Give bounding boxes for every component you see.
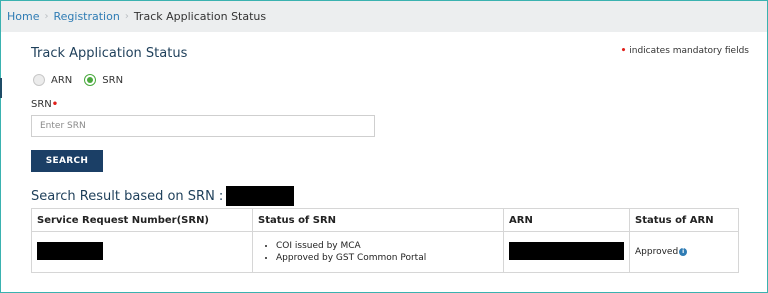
search-type-radio-group: ARN SRN <box>33 74 135 86</box>
column-header-arn: ARN <box>503 208 630 232</box>
column-header-srn-status: Status of SRN <box>252 208 504 232</box>
breadcrumb-registration[interactable]: Registration <box>53 10 119 23</box>
required-dot-icon: • <box>620 46 627 56</box>
srn-status-list: COI issued by MCA Approved by GST Common… <box>258 240 498 264</box>
arn-cell <box>503 231 630 273</box>
redacted-srn <box>226 186 295 206</box>
table-header-row: Service Request Number(SRN) Status of SR… <box>31 208 739 232</box>
radio-srn[interactable] <box>84 74 97 86</box>
radio-arn-label[interactable]: ARN <box>51 75 72 86</box>
info-icon[interactable]: i <box>679 247 688 256</box>
search-button[interactable]: SEARCH <box>31 150 103 172</box>
srn-cell <box>31 231 253 273</box>
list-item: COI issued by MCA <box>276 240 498 252</box>
srn-label-text: SRN <box>31 99 52 110</box>
table-row: COI issued by MCA Approved by GST Common… <box>31 231 739 273</box>
left-edge-marker <box>0 78 2 98</box>
breadcrumb-separator: › <box>44 11 49 22</box>
srn-status-cell: COI issued by MCA Approved by GST Common… <box>252 231 504 273</box>
srn-field-label: SRN• <box>31 99 58 110</box>
arn-status-cell: Approved i <box>629 231 739 273</box>
mandatory-note: • indicates mandatory fields <box>621 46 749 56</box>
page-title: Track Application Status <box>31 46 188 61</box>
breadcrumb: Home › Registration › Track Application … <box>1 1 767 32</box>
radio-arn[interactable] <box>33 74 45 86</box>
redacted-srn-value <box>37 241 103 260</box>
list-item: Approved by GST Common Portal <box>276 252 498 264</box>
results-table: Service Request Number(SRN) Status of SR… <box>31 208 739 273</box>
srn-input[interactable] <box>31 115 375 137</box>
column-header-arn-status: Status of ARN <box>629 208 739 232</box>
required-dot-icon: • <box>51 99 59 110</box>
page-frame: Home › Registration › Track Application … <box>0 0 768 293</box>
breadcrumb-separator: › <box>124 11 129 22</box>
radio-srn-label[interactable]: SRN <box>102 75 123 86</box>
column-header-srn: Service Request Number(SRN) <box>31 208 253 232</box>
mandatory-note-text: indicates mandatory fields <box>629 46 749 56</box>
redacted-arn-value <box>509 241 624 260</box>
breadcrumb-home[interactable]: Home <box>7 10 39 23</box>
search-result-heading: Search Result based on SRN : <box>31 186 295 206</box>
arn-status-text: Approved <box>635 247 679 257</box>
breadcrumb-current: Track Application Status <box>133 10 267 23</box>
search-result-heading-text: Search Result based on SRN : <box>31 188 224 204</box>
